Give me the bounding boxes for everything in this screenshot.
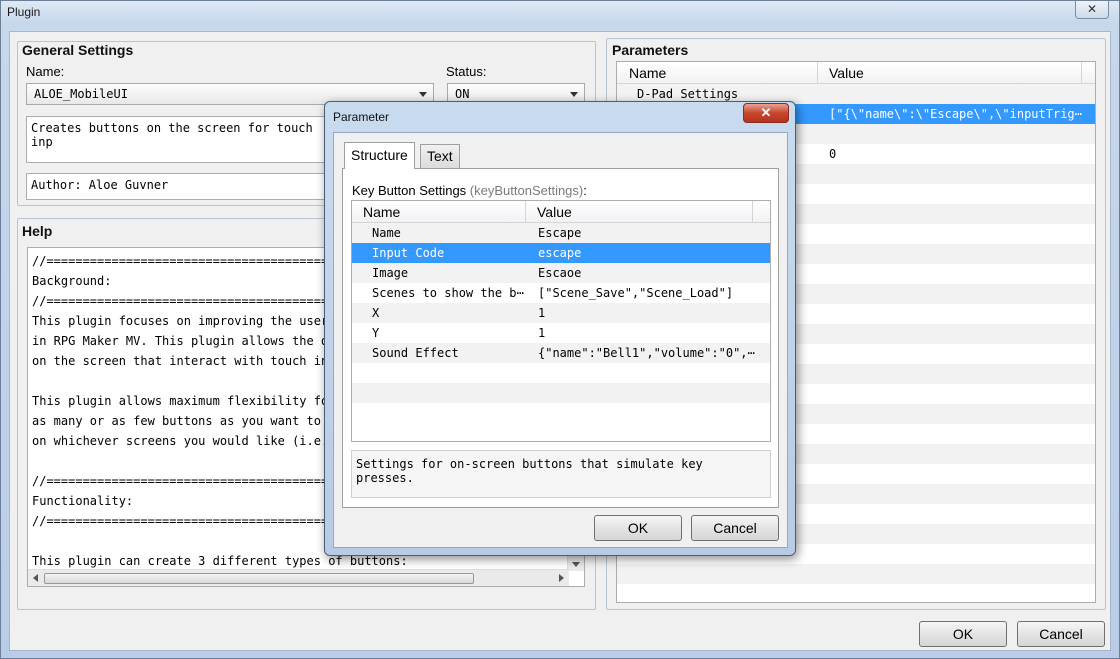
- table-row[interactable]: [617, 584, 1095, 602]
- structure-tab-page: Key Button Settings (keyButtonSettings):…: [342, 168, 779, 508]
- table-row[interactable]: [352, 403, 770, 423]
- name-label: Name:: [26, 64, 65, 79]
- dialog-ok-button[interactable]: OK: [594, 515, 682, 541]
- table-row[interactable]: [352, 383, 770, 403]
- name-value: ALOE_MobileUI: [34, 87, 128, 101]
- key-table-header: Name Value: [352, 201, 770, 223]
- status-label: Status:: [446, 64, 487, 79]
- row-name: Image: [372, 266, 409, 280]
- dialog-title: Parameter: [333, 110, 390, 124]
- column-divider: [752, 201, 753, 223]
- chevron-down-icon: [570, 92, 578, 97]
- column-divider: [817, 62, 818, 84]
- author-field[interactable]: Author: Aloe Guvner: [26, 173, 328, 200]
- status-value: ON: [455, 87, 470, 101]
- parameters-header: Name Value: [617, 62, 1095, 84]
- table-row[interactable]: [352, 363, 770, 383]
- row-name: Sound Effect: [372, 346, 459, 360]
- window-title: Plugin: [7, 5, 41, 19]
- row-name: X: [372, 306, 380, 320]
- label-main: Key Button Settings: [352, 183, 470, 198]
- row-value: ["{\"name\":\"Escape\",\"inputTrig⋯: [829, 107, 1082, 121]
- title-bar: Plugin ✕: [1, 1, 1119, 25]
- description-field[interactable]: Creates buttons on the screen for touch …: [26, 116, 328, 163]
- tab-text[interactable]: Text: [420, 144, 460, 168]
- parameter-dialog: Parameter ✕ Structure Text Key Button Se…: [324, 101, 796, 556]
- chevron-down-icon: [419, 92, 427, 97]
- tab-structure[interactable]: Structure: [344, 142, 415, 169]
- dialog-cancel-button[interactable]: Cancel: [691, 515, 779, 541]
- row-value: Escape: [538, 226, 582, 240]
- row-value: 0: [829, 147, 837, 161]
- horizontal-scrollbar[interactable]: [28, 569, 569, 586]
- table-row[interactable]: X1: [352, 303, 770, 323]
- label-sub: (keyButtonSettings): [469, 183, 584, 198]
- cancel-button[interactable]: Cancel: [1017, 621, 1105, 647]
- scroll-thumb[interactable]: [44, 573, 474, 584]
- column-divider: [525, 201, 526, 223]
- row-name: Scenes to show the b⋯: [372, 286, 524, 300]
- table-row[interactable]: Scenes to show the b⋯ ["Scene_Save","Scen…: [352, 283, 770, 303]
- row-name: Input Code: [372, 246, 445, 260]
- column-name-header[interactable]: Name: [629, 65, 666, 81]
- key-table-rows: Name Escape Input Code escape Image Escaoe Sce…: [352, 223, 770, 423]
- parameter-description: Settings for on-screen buttons that simu…: [351, 450, 771, 498]
- label-colon: :: [583, 183, 587, 198]
- column-divider: [1081, 62, 1082, 84]
- parameters-title: Parameters: [610, 42, 691, 58]
- column-name-header[interactable]: Name: [363, 204, 400, 220]
- help-title: Help: [20, 223, 55, 239]
- table-row[interactable]: Input Code escape: [352, 243, 770, 263]
- row-value: Escaoe: [538, 266, 582, 280]
- row-value: 1: [538, 306, 546, 320]
- table-row[interactable]: [617, 564, 1095, 584]
- table-row[interactable]: Image Escaoe: [352, 263, 770, 283]
- key-button-table[interactable]: Name Value Name Escape Input Code escape Ima…: [351, 200, 771, 442]
- row-value: escape: [538, 246, 582, 260]
- row-name: Y: [372, 326, 380, 340]
- row-name: Name: [372, 226, 401, 240]
- key-button-settings-label: Key Button Settings (keyButtonSettings):: [352, 183, 587, 198]
- column-value-header[interactable]: Value: [829, 65, 864, 81]
- scroll-right-icon[interactable]: [559, 574, 564, 582]
- table-row[interactable]: Sound Effect {"name":"Bell1","volume":"0"…: [352, 343, 770, 363]
- table-row[interactable]: Name Escape: [352, 223, 770, 243]
- row-value: 1: [538, 326, 546, 340]
- row-value: ["Scene_Save","Scene_Load"]: [538, 286, 734, 300]
- general-settings-title: General Settings: [20, 42, 136, 58]
- row-value: {"name":"Bell1","volume":"0",⋯: [538, 346, 755, 360]
- scroll-left-icon[interactable]: [33, 574, 38, 582]
- close-icon[interactable]: ✕: [1075, 1, 1109, 19]
- scroll-down-icon[interactable]: [572, 562, 580, 567]
- close-icon[interactable]: ✕: [743, 103, 789, 123]
- ok-button[interactable]: OK: [919, 621, 1007, 647]
- column-value-header[interactable]: Value: [537, 204, 572, 220]
- table-row[interactable]: Y1: [352, 323, 770, 343]
- dialog-client: Structure Text Key Button Settings (keyB…: [333, 132, 788, 548]
